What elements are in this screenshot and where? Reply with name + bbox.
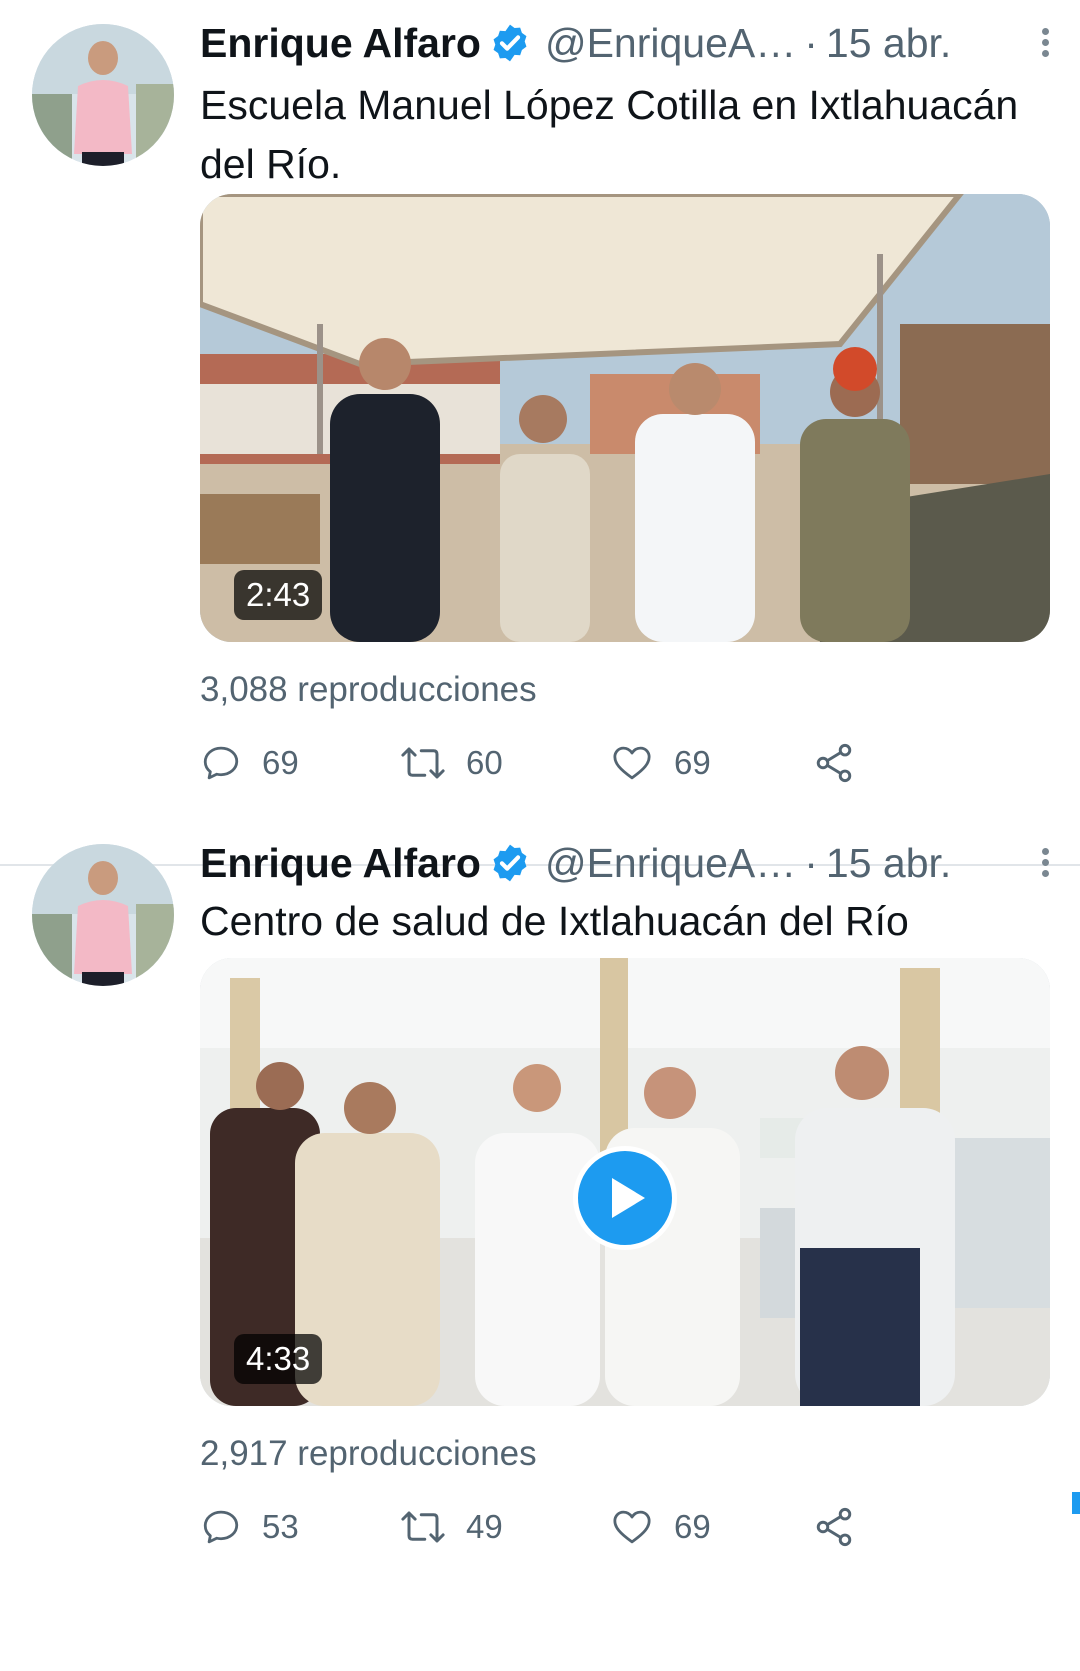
share-button[interactable] <box>812 1502 876 1552</box>
view-count[interactable]: 3,088 reproducciones <box>200 670 537 710</box>
author-name[interactable]: Enrique Alfaro <box>200 20 481 67</box>
reply-button[interactable]: 53 <box>200 1502 299 1552</box>
tweet[interactable]: Enrique Alfaro @EnriqueA… · 15 abr. Escu… <box>0 0 1080 866</box>
like-count: 69 <box>674 1508 711 1545</box>
tweet-header: Enrique Alfaro @EnriqueA… · 15 abr. <box>200 18 1020 68</box>
author-avatar[interactable] <box>32 24 174 166</box>
heart-icon <box>613 1510 651 1544</box>
author-avatar[interactable] <box>32 844 174 986</box>
retweet-icon <box>401 1511 445 1543</box>
play-button[interactable] <box>573 1146 677 1250</box>
scrollbar-thumb[interactable] <box>1072 1492 1080 1514</box>
more-vertical-icon[interactable] <box>1030 844 1060 884</box>
verified-badge-icon <box>493 844 527 882</box>
share-icon <box>816 1507 852 1547</box>
like-button[interactable]: 69 <box>610 1502 711 1552</box>
heart-icon <box>613 746 651 780</box>
tweet[interactable]: Enrique Alfaro @EnriqueA… · 15 abr. Cent… <box>0 840 1080 1671</box>
retweet-count: 60 <box>466 744 503 781</box>
video-player[interactable]: 4:33 <box>200 958 1050 1406</box>
tweet-header: Enrique Alfaro @EnriqueA… · 15 abr. <box>200 838 1020 888</box>
video-duration: 4:33 <box>234 1334 323 1384</box>
view-count[interactable]: 2,917 reproducciones <box>200 1434 537 1474</box>
header-separator: · <box>804 19 818 66</box>
tweet-actions: 69 60 69 <box>200 738 920 788</box>
more-vertical-icon[interactable] <box>1030 24 1060 64</box>
share-icon <box>816 743 852 783</box>
video-player[interactable]: 2:43 <box>200 194 1050 642</box>
reply-count: 53 <box>262 1508 299 1545</box>
video-thumbnail <box>200 194 1050 642</box>
header-separator: · <box>804 839 818 886</box>
reply-icon <box>203 746 239 780</box>
reply-button[interactable]: 69 <box>200 738 299 788</box>
retweet-icon <box>401 747 445 779</box>
retweet-button[interactable]: 49 <box>400 1502 503 1552</box>
author-handle[interactable]: @EnriqueA… <box>545 20 796 67</box>
tweet-date[interactable]: 15 abr. <box>826 20 951 67</box>
video-duration: 2:43 <box>234 570 323 620</box>
tweet-date[interactable]: 15 abr. <box>826 840 951 887</box>
author-name[interactable]: Enrique Alfaro <box>200 840 481 887</box>
like-count: 69 <box>674 744 711 781</box>
author-handle[interactable]: @EnriqueA… <box>545 840 796 887</box>
tweet-text: Centro de salud de Ixtlahuacán del Río <box>200 898 909 944</box>
reply-icon <box>203 1510 239 1544</box>
verified-badge-icon <box>493 24 527 62</box>
tweet-text: Escuela Manuel López Cotilla en Ixtlahua… <box>200 82 1019 187</box>
share-button[interactable] <box>812 738 876 788</box>
tweet-actions: 53 49 69 <box>200 1502 920 1552</box>
reply-count: 69 <box>262 744 299 781</box>
play-icon <box>612 1178 645 1218</box>
like-button[interactable]: 69 <box>610 738 711 788</box>
retweet-count: 49 <box>466 1508 503 1545</box>
retweet-button[interactable]: 60 <box>400 738 503 788</box>
